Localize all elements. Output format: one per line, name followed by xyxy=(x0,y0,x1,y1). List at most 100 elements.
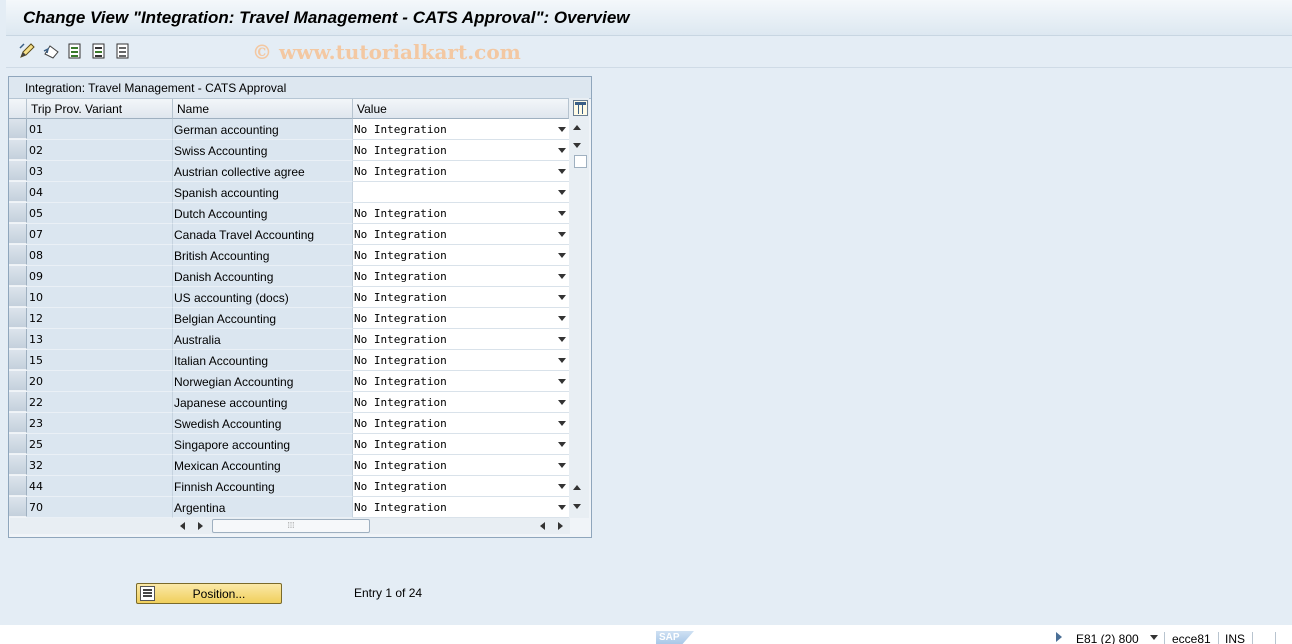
column-header-value[interactable]: Value xyxy=(353,99,569,119)
variant-cell: 05 xyxy=(27,203,173,224)
select-all-rows-header[interactable] xyxy=(9,99,27,119)
dropdown-arrow-icon[interactable] xyxy=(558,358,566,363)
status-expand-icon[interactable] xyxy=(1056,632,1062,642)
dropdown-arrow-icon[interactable] xyxy=(558,148,566,153)
scroll-left-icon[interactable] xyxy=(180,522,185,530)
dropdown-arrow-icon[interactable] xyxy=(558,232,566,237)
row-selector[interactable] xyxy=(9,413,27,433)
scroll-thumb[interactable] xyxy=(574,155,587,168)
name-cell: Swiss Accounting xyxy=(173,140,353,161)
row-selector[interactable] xyxy=(9,224,27,244)
dropdown-arrow-icon[interactable] xyxy=(558,505,566,510)
value-text: No Integration xyxy=(354,501,447,514)
system-dropdown-icon[interactable] xyxy=(1150,635,1158,640)
dropdown-arrow-icon[interactable] xyxy=(558,442,566,447)
value-dropdown[interactable]: No Integration xyxy=(353,350,569,371)
edit-pencil-icon[interactable] xyxy=(18,42,36,60)
scroll-right-value-icon[interactable] xyxy=(558,522,563,530)
row-selector[interactable] xyxy=(9,287,27,307)
value-dropdown[interactable]: No Integration xyxy=(353,266,569,287)
value-dropdown[interactable]: No Integration xyxy=(353,119,569,140)
dropdown-arrow-icon[interactable] xyxy=(558,337,566,342)
dropdown-arrow-icon[interactable] xyxy=(558,274,566,279)
dropdown-arrow-icon[interactable] xyxy=(558,484,566,489)
variant-cell: 22 xyxy=(27,392,173,413)
variant-cell: 07 xyxy=(27,224,173,245)
row-selector[interactable] xyxy=(9,329,27,349)
scroll-page-up-icon[interactable] xyxy=(573,485,581,490)
scroll-right-icon[interactable] xyxy=(198,522,203,530)
value-dropdown[interactable]: No Integration xyxy=(353,455,569,476)
scroll-left-value-icon[interactable] xyxy=(540,522,545,530)
position-button[interactable]: Position... xyxy=(136,583,282,604)
table-row: 23 Swedish Accounting No Integration xyxy=(9,413,569,434)
row-selector[interactable] xyxy=(9,140,27,160)
row-selector[interactable] xyxy=(9,392,27,412)
row-selector[interactable] xyxy=(9,497,27,517)
value-text: No Integration xyxy=(354,459,447,472)
row-selector[interactable] xyxy=(9,455,27,475)
status-separator xyxy=(1218,632,1219,644)
value-dropdown[interactable]: No Integration xyxy=(353,371,569,392)
value-dropdown[interactable]: No Integration xyxy=(353,476,569,497)
row-selector[interactable] xyxy=(9,308,27,328)
dropdown-arrow-icon[interactable] xyxy=(558,295,566,300)
row-selector[interactable] xyxy=(9,476,27,496)
value-dropdown[interactable]: No Integration xyxy=(353,287,569,308)
dropdown-arrow-icon[interactable] xyxy=(558,190,566,195)
variant-cell: 12 xyxy=(27,308,173,329)
horizontal-scroll-thumb[interactable]: ⁞⁞⁞ xyxy=(212,519,370,533)
value-dropdown[interactable]: No Integration xyxy=(353,245,569,266)
row-selector[interactable] xyxy=(9,161,27,181)
variant-cell: 13 xyxy=(27,329,173,350)
value-text: No Integration xyxy=(354,396,447,409)
column-header-variant[interactable]: Trip Prov. Variant xyxy=(27,99,173,119)
table-row: 32 Mexican Accounting No Integration xyxy=(9,455,569,476)
scroll-page-down-icon[interactable] xyxy=(573,504,581,509)
select-block-icon[interactable] xyxy=(90,42,108,60)
value-dropdown[interactable]: No Integration xyxy=(353,413,569,434)
dropdown-arrow-icon[interactable] xyxy=(558,127,566,132)
value-dropdown[interactable] xyxy=(353,182,569,203)
row-selector[interactable] xyxy=(9,350,27,370)
row-selector[interactable] xyxy=(9,434,27,454)
variant-cell: 01 xyxy=(27,119,173,140)
status-separator xyxy=(1252,632,1253,644)
row-selector[interactable] xyxy=(9,203,27,223)
dropdown-arrow-icon[interactable] xyxy=(558,316,566,321)
value-dropdown[interactable]: No Integration xyxy=(353,203,569,224)
dropdown-arrow-icon[interactable] xyxy=(558,463,566,468)
dropdown-arrow-icon[interactable] xyxy=(558,253,566,258)
value-dropdown[interactable]: No Integration xyxy=(353,308,569,329)
value-dropdown[interactable]: No Integration xyxy=(353,434,569,455)
row-selector[interactable] xyxy=(9,119,27,139)
name-cell: Italian Accounting xyxy=(173,350,353,371)
undo-icon[interactable] xyxy=(42,42,60,60)
dropdown-arrow-icon[interactable] xyxy=(558,169,566,174)
variant-cell: 02 xyxy=(27,140,173,161)
value-text: No Integration xyxy=(354,291,447,304)
table-title-bar: Integration: Travel Management - CATS Ap… xyxy=(9,77,591,99)
value-dropdown[interactable]: No Integration xyxy=(353,161,569,182)
row-selector[interactable] xyxy=(9,182,27,202)
value-dropdown[interactable]: No Integration xyxy=(353,497,569,518)
table-row: 20 Norwegian Accounting No Integration xyxy=(9,371,569,392)
dropdown-arrow-icon[interactable] xyxy=(558,400,566,405)
row-selector[interactable] xyxy=(9,245,27,265)
deselect-all-icon[interactable] xyxy=(114,42,132,60)
value-dropdown[interactable]: No Integration xyxy=(353,224,569,245)
value-dropdown[interactable]: No Integration xyxy=(353,140,569,161)
value-dropdown[interactable]: No Integration xyxy=(353,329,569,350)
row-selector[interactable] xyxy=(9,371,27,391)
table-settings-icon[interactable] xyxy=(573,100,588,116)
scroll-up-icon[interactable] xyxy=(573,125,581,130)
column-header-name[interactable]: Name xyxy=(173,99,353,119)
dropdown-arrow-icon[interactable] xyxy=(558,421,566,426)
row-selector[interactable] xyxy=(9,266,27,286)
value-dropdown[interactable]: No Integration xyxy=(353,392,569,413)
insert-mode[interactable]: INS xyxy=(1225,632,1245,644)
dropdown-arrow-icon[interactable] xyxy=(558,379,566,384)
scroll-down-icon[interactable] xyxy=(573,143,581,148)
select-all-icon[interactable] xyxy=(66,42,84,60)
dropdown-arrow-icon[interactable] xyxy=(558,211,566,216)
